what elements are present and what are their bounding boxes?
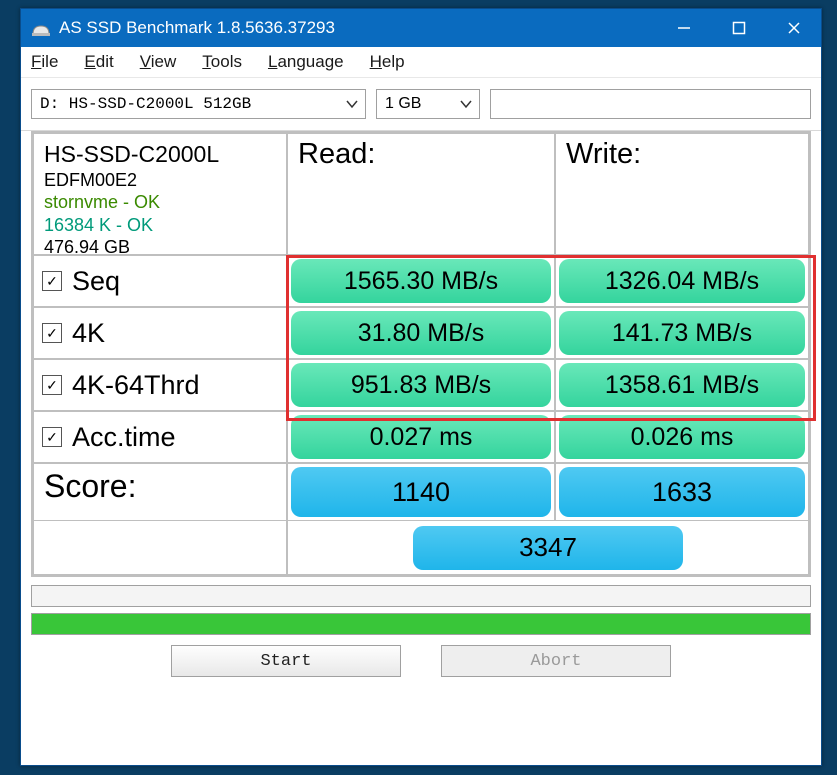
drive-select[interactable]: D: HS-SSD-C2000L 512GB xyxy=(31,89,366,119)
acc-read-value: 0.027 ms xyxy=(291,415,551,459)
header-row: HS-SSD-C2000L EDFM00E2 stornvme - OK 163… xyxy=(33,133,809,255)
drive-info-cell: HS-SSD-C2000L EDFM00E2 stornvme - OK 163… xyxy=(33,133,287,255)
content-area: HS-SSD-C2000L EDFM00E2 stornvme - OK 163… xyxy=(21,131,821,765)
drive-select-value: D: HS-SSD-C2000L 512GB xyxy=(40,95,251,113)
drive-driver-status: stornvme - OK xyxy=(44,191,286,214)
maximize-button[interactable] xyxy=(711,9,766,47)
write-header: Write: xyxy=(555,133,809,255)
acc-checkbox[interactable]: ✓ xyxy=(42,427,62,447)
minimize-button[interactable] xyxy=(656,9,711,47)
fourk-label: 4K xyxy=(72,318,105,349)
row-acc: ✓ Acc.time 0.027 ms 0.026 ms xyxy=(33,411,809,463)
score-total-value: 3347 xyxy=(413,526,683,570)
fourkthr-checkbox[interactable]: ✓ xyxy=(42,375,62,395)
row-4k: ✓ 4K 31.80 MB/s 141.73 MB/s xyxy=(33,307,809,359)
fourk-read-value: 31.80 MB/s xyxy=(291,311,551,355)
row-4k64: ✓ 4K-64Thrd 951.83 MB/s 1358.61 MB/s xyxy=(33,359,809,411)
fourk-checkbox[interactable]: ✓ xyxy=(42,323,62,343)
abort-button: Abort xyxy=(441,645,671,677)
fourkthr-read-value: 951.83 MB/s xyxy=(291,363,551,407)
menu-edit[interactable]: Edit xyxy=(84,52,113,72)
fourkthr-write-value: 1358.61 MB/s xyxy=(559,363,805,407)
progress-bar-overall xyxy=(31,613,811,635)
row-score-total: 3347 xyxy=(33,521,809,575)
toolbar: D: HS-SSD-C2000L 512GB 1 GB xyxy=(21,78,821,131)
score-write-value: 1633 xyxy=(559,467,805,517)
drive-alignment-status: 16384 K - OK xyxy=(44,214,286,237)
progress-bar-current xyxy=(31,585,811,607)
row-score: Score: 1140 1633 xyxy=(33,463,809,521)
menu-view[interactable]: View xyxy=(140,52,177,72)
app-icon xyxy=(31,20,51,36)
titlebar[interactable]: AS SSD Benchmark 1.8.5636.37293 xyxy=(21,9,821,47)
chevron-down-icon xyxy=(345,97,359,111)
seq-read-value: 1565.30 MB/s xyxy=(291,259,551,303)
score-label: Score: xyxy=(33,463,287,521)
fourkthr-label: 4K-64Thrd xyxy=(72,370,200,401)
menubar: FFileile Edit View Tools Language Help xyxy=(21,47,821,78)
drive-model: HS-SSD-C2000L xyxy=(44,140,286,169)
row-seq: ✓ Seq 1565.30 MB/s 1326.04 MB/s xyxy=(33,255,809,307)
menu-tools[interactable]: Tools xyxy=(202,52,242,72)
size-select-value: 1 GB xyxy=(385,95,421,113)
read-header: Read: xyxy=(287,133,555,255)
button-row: Start Abort xyxy=(31,645,811,677)
fourk-write-value: 141.73 MB/s xyxy=(559,311,805,355)
toolbar-textbox[interactable] xyxy=(490,89,811,119)
progress-area xyxy=(31,585,811,635)
chevron-down-icon xyxy=(459,97,473,111)
window-controls xyxy=(656,9,821,47)
size-select[interactable]: 1 GB xyxy=(376,89,480,119)
app-window: AS SSD Benchmark 1.8.5636.37293 FFileile… xyxy=(20,8,822,766)
window-title: AS SSD Benchmark 1.8.5636.37293 xyxy=(59,18,656,38)
start-button[interactable]: Start xyxy=(171,645,401,677)
menu-language[interactable]: Language xyxy=(268,52,344,72)
results-grid: HS-SSD-C2000L EDFM00E2 stornvme - OK 163… xyxy=(31,131,811,577)
seq-checkbox[interactable]: ✓ xyxy=(42,271,62,291)
acc-label: Acc.time xyxy=(72,422,176,453)
seq-write-value: 1326.04 MB/s xyxy=(559,259,805,303)
acc-write-value: 0.026 ms xyxy=(559,415,805,459)
seq-label-cell: ✓ Seq xyxy=(33,255,287,307)
menu-file[interactable]: FFileile xyxy=(31,52,58,72)
seq-label: Seq xyxy=(72,266,120,297)
score-read-value: 1140 xyxy=(291,467,551,517)
drive-firmware: EDFM00E2 xyxy=(44,169,286,192)
menu-help[interactable]: Help xyxy=(370,52,405,72)
close-button[interactable] xyxy=(766,9,821,47)
